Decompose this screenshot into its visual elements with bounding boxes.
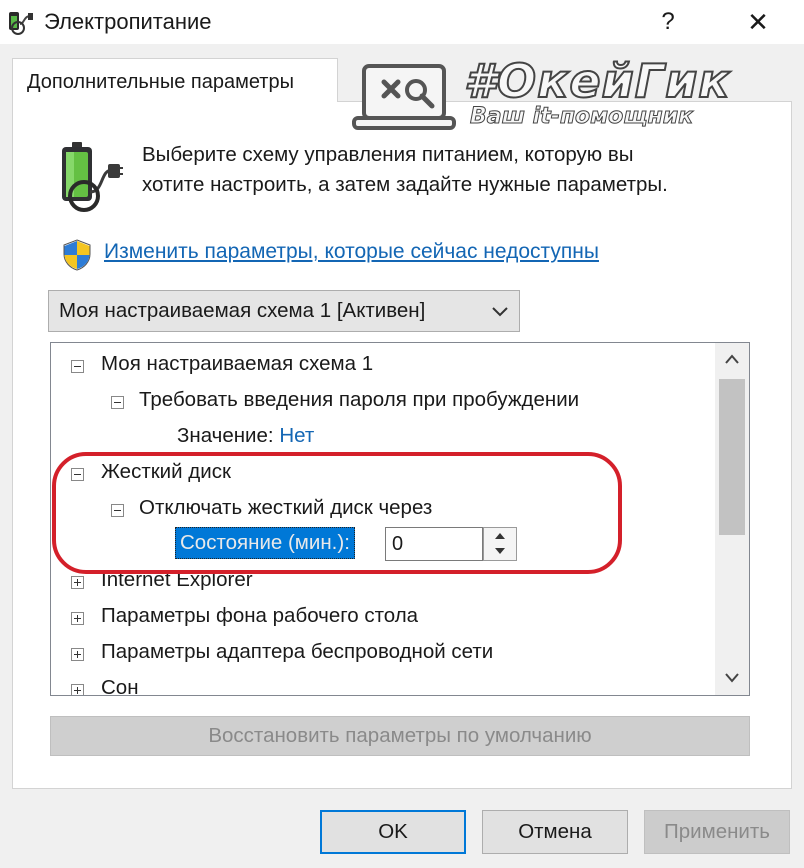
description-line-1: Выберите схему управления питанием, кото… — [142, 143, 634, 166]
tree-item-value: Значение: Нет — [177, 422, 314, 450]
scroll-down-icon[interactable] — [715, 661, 749, 695]
apply-button[interactable]: Применить — [644, 810, 790, 854]
tree-item-require-password[interactable]: Требовать введения пароля при пробуждени… — [139, 386, 579, 414]
ok-button[interactable]: OK — [320, 810, 466, 854]
description-line-2: хотите настроить, а затем задайте нужные… — [142, 173, 668, 196]
tree-item-scheme[interactable]: Моя настраиваемая схема 1 — [101, 350, 373, 378]
tree-item-wireless-adapter[interactable]: Параметры адаптера беспроводной сети — [101, 638, 493, 666]
expand-toggle[interactable] — [71, 612, 84, 625]
watermark-title: #ОкейГик — [463, 53, 731, 109]
tree-item-sleep[interactable]: Сон — [101, 674, 139, 695]
highlight-annotation — [52, 452, 622, 574]
help-button[interactable]: ? — [650, 2, 686, 42]
vertical-scrollbar[interactable] — [715, 343, 749, 695]
uac-shield-icon — [60, 238, 94, 272]
expand-toggle[interactable] — [71, 684, 84, 695]
scroll-up-icon[interactable] — [715, 343, 749, 377]
description: Выберите схему управления питанием, кото… — [142, 140, 782, 200]
value-link[interactable]: Нет — [279, 424, 314, 447]
battery-plug-icon — [54, 140, 124, 216]
title-bar: Электропитание ? ✕ — [0, 0, 804, 44]
power-options-icon — [6, 8, 36, 36]
power-scheme-selected: Моя настраиваемая схема 1 [Активен] — [59, 299, 426, 322]
window-title: Электропитание — [44, 9, 212, 34]
expand-toggle[interactable] — [71, 648, 84, 661]
power-scheme-select[interactable]: Моя настраиваемая схема 1 [Активен] — [48, 290, 520, 332]
watermark-subtitle: Ваш it-помощник — [469, 104, 694, 130]
change-unavailable-settings-link[interactable]: Изменить параметры, которые сейчас недос… — [104, 240, 599, 264]
chevron-down-icon — [489, 299, 511, 323]
tab-advanced-settings[interactable]: Дополнительные параметры — [12, 58, 338, 102]
collapse-toggle[interactable] — [71, 360, 84, 373]
scroll-thumb[interactable] — [719, 379, 745, 535]
cancel-button[interactable]: Отмена — [482, 810, 628, 854]
restore-defaults-button[interactable]: Восстановить параметры по умолчанию — [50, 716, 750, 756]
tree-item-desktop-background[interactable]: Параметры фона рабочего стола — [101, 602, 418, 630]
laptop-tools-icon — [350, 60, 460, 136]
value-label: Значение: — [177, 424, 274, 447]
expand-toggle[interactable] — [71, 576, 84, 589]
close-button[interactable]: ✕ — [738, 2, 778, 42]
collapse-toggle[interactable] — [111, 396, 124, 409]
watermark: #ОкейГик Ваш it-помощник — [350, 53, 731, 136]
